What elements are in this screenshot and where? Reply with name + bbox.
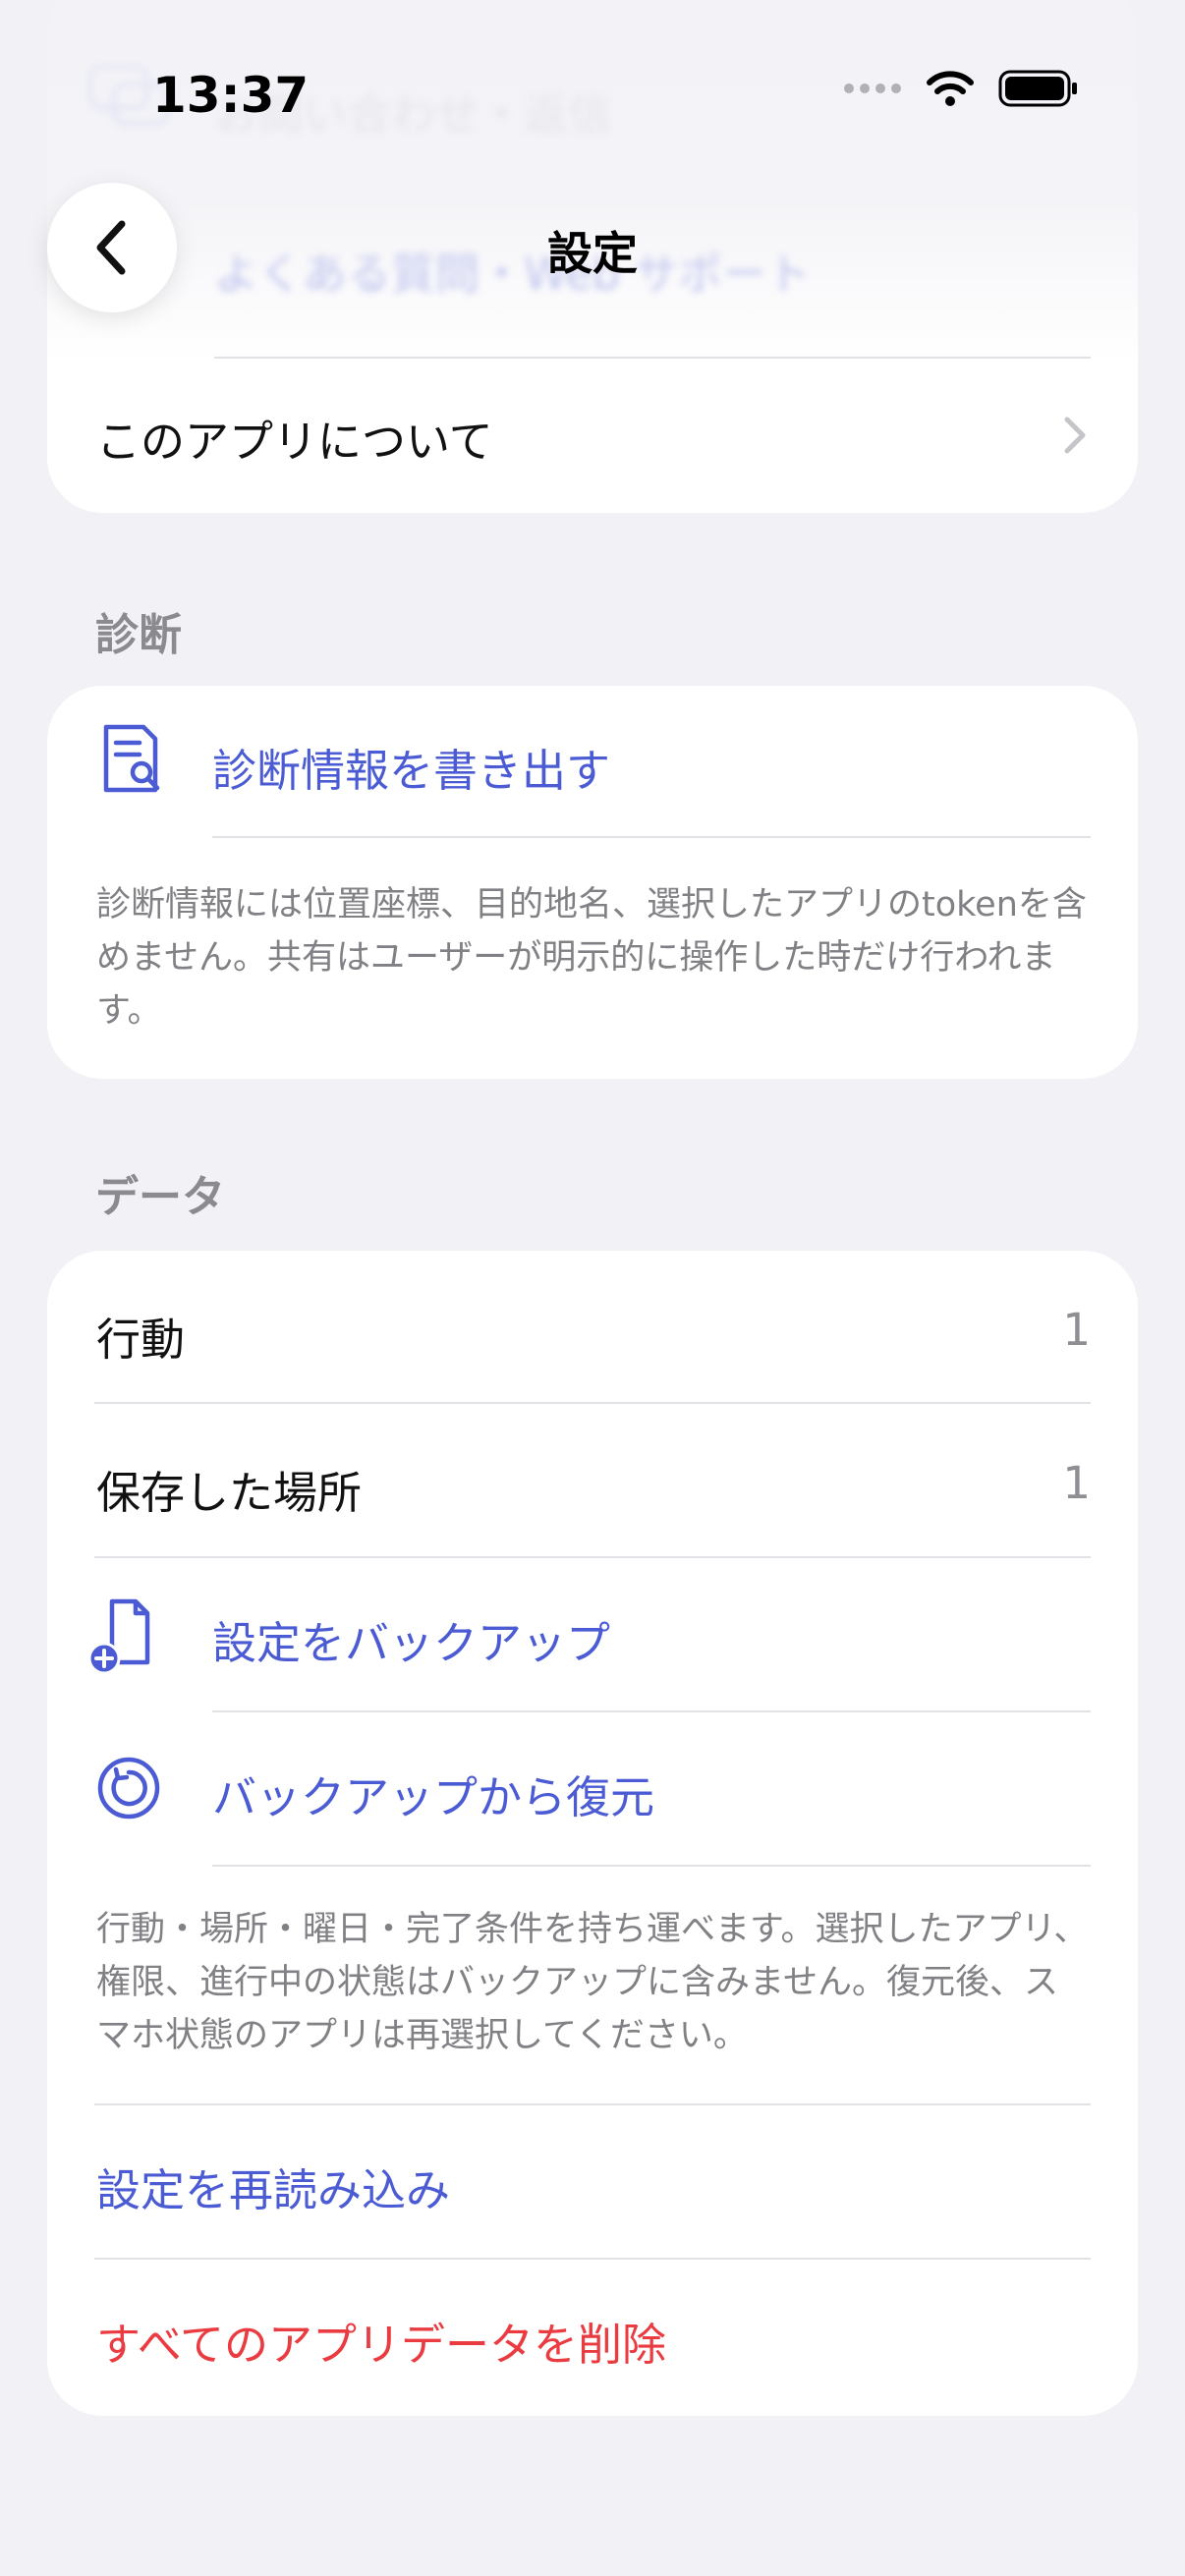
backup-label: 設定をバックアップ (212, 1617, 611, 1669)
backup-footnote: 行動・場所・曜日・完了条件を持ち運べます。選択したアプリ、権限、進行中の状態はバ… (96, 1910, 1089, 2055)
divider (212, 836, 1091, 838)
document-add-icon (86, 1597, 155, 1675)
places-row[interactable]: 保存した場所 1 (47, 1404, 1138, 1556)
wifi-icon (927, 71, 974, 106)
status-time: 13:37 (152, 67, 310, 124)
chat-bubbles-icon (86, 63, 170, 132)
export-diagnostics-row[interactable]: 診断情報を書き出す (47, 686, 1138, 838)
status-icons (843, 69, 1079, 108)
export-diagnostics-label: 診断情報を書き出す (212, 745, 611, 797)
reload-settings-row[interactable]: 設定を再読み込み (47, 2105, 1138, 2258)
backup-row[interactable]: 設定をバックアップ (47, 1558, 1138, 1710)
restore-label: バックアップから復元 (212, 1771, 655, 1823)
battery-icon (998, 70, 1077, 107)
data-card: 行動 1 保存した場所 1 設定をバックアップ バックアップから復元 行動・場所… (47, 1251, 1138, 2416)
restore-icon (94, 1754, 163, 1822)
places-count: 1 (1062, 1457, 1091, 1509)
about-label: このアプリについて (96, 416, 493, 468)
document-search-icon (100, 723, 169, 793)
places-label: 保存した場所 (96, 1467, 363, 1519)
actions-count: 1 (1062, 1304, 1091, 1356)
actions-label: 行動 (96, 1314, 186, 1366)
divider (212, 1865, 1091, 1867)
delete-all-data-row[interactable]: すべてのアプリデータを削除 (47, 2260, 1138, 2412)
signal-dots-icon (844, 84, 901, 93)
actions-row[interactable]: 行動 1 (47, 1251, 1138, 1403)
diagnostics-footnote: 診断情報には位置座標、目的地名、選択したアプリのtokenを含めません。共有はユ… (96, 885, 1087, 1031)
data-section-title: データ (95, 1172, 225, 1222)
diagnostics-card: 診断情報を書き出す 診断情報には位置座標、目的地名、選択したアプリのtokenを… (47, 686, 1138, 1079)
about-row[interactable]: このアプリについて (47, 359, 1138, 511)
settings-screen: お問い合わせ・返信 よくある質問・Web サポート このアプリについて 診断 診… (0, 0, 1185, 2576)
page-title: 設定 (547, 227, 638, 280)
delete-all-data-label: すべてのアプリデータを削除 (96, 2319, 667, 2371)
diagnostics-section-title: 診断 (95, 610, 182, 660)
restore-row[interactable]: バックアップから復元 (47, 1712, 1138, 1865)
reload-settings-label: 設定を再読み込み (96, 2164, 451, 2216)
chevron-right-icon (1064, 417, 1086, 454)
